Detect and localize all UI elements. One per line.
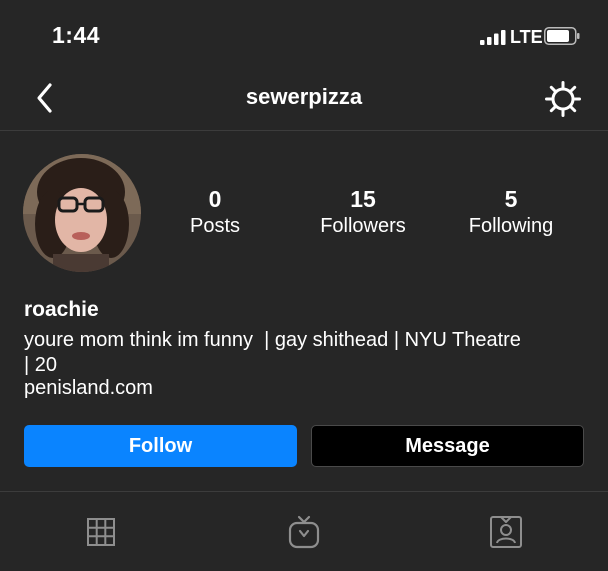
carrier-label: LTE (510, 27, 543, 47)
tagged-icon[interactable] (488, 514, 524, 550)
bio-line: | 20 (24, 354, 57, 376)
profile-bio: youre mom think im funny | gay shithead … (24, 328, 584, 378)
top-nav-bar: sewerpizza (0, 70, 608, 131)
following-count: 5 (504, 186, 518, 212)
status-bar: 1:44 LTE (0, 0, 608, 70)
gear-icon[interactable] (544, 80, 582, 118)
stat-followers[interactable]: 15 Followers (298, 186, 428, 239)
message-button[interactable]: Message (311, 425, 584, 467)
status-time: 1:44 (52, 22, 101, 48)
stat-following[interactable]: 5 Following (446, 186, 576, 239)
avatar-photo (23, 154, 141, 272)
bio-line: youre mom think im funny | gay shithead … (24, 329, 521, 351)
posts-count: 0 (208, 186, 222, 212)
posts-label: Posts (189, 215, 241, 237)
igtv-icon[interactable] (286, 514, 322, 550)
follow-button[interactable]: Follow (24, 425, 297, 467)
following-label: Following (468, 215, 554, 237)
followers-count: 15 (350, 186, 376, 212)
signal-icon (480, 30, 506, 45)
followers-label: Followers (320, 215, 406, 237)
stat-posts[interactable]: 0 Posts (150, 186, 280, 239)
profile-tab-bar (0, 491, 608, 571)
grid-icon[interactable] (83, 514, 119, 550)
profile-website-link[interactable]: penisland.com (24, 377, 153, 400)
profile-username: sewerpizza (245, 84, 363, 109)
profile-display-name: roachie (24, 298, 99, 321)
avatar[interactable] (23, 154, 141, 272)
battery-icon (544, 27, 580, 45)
